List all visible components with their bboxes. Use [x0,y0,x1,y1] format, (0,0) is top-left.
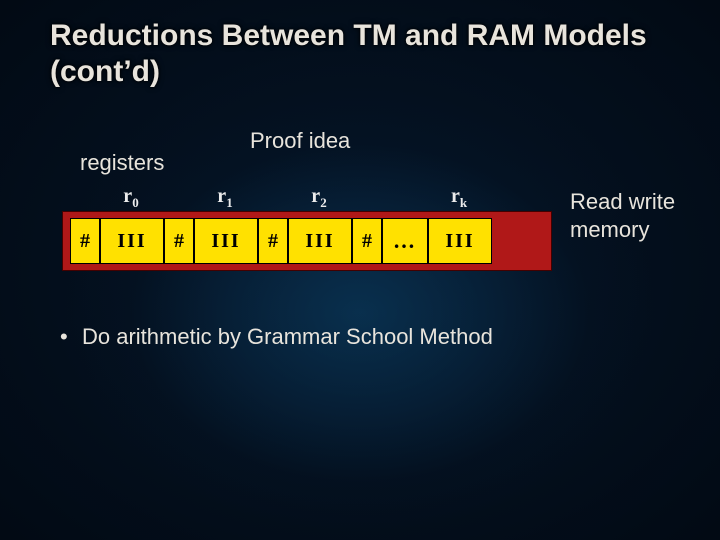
register-name-row: r0 r1 r2 rk [69,185,491,209]
register-name-r2: r2 [287,185,351,209]
tape-cell-bars: III [288,218,352,264]
memory-label: Read write memory [570,188,700,243]
tape-cell-hash: # [164,218,194,264]
tape-cells: # III # III # III # … III [70,218,544,264]
tape-cell-hash: # [70,218,100,264]
slide-title: Reductions Between TM and RAM Models (co… [50,18,670,90]
registers-label: registers [80,150,164,176]
tape-cell-hash: # [352,218,382,264]
slide: Reductions Between TM and RAM Models (co… [0,0,720,540]
tape-cell-ellipsis: … [382,218,428,264]
register-name-rk: rk [427,185,491,209]
tape-cell-hash: # [258,218,288,264]
bullet-text: Do arithmetic by Grammar School Method [82,324,493,349]
tape-cell-bars: III [194,218,258,264]
register-name-r0: r0 [99,185,163,209]
register-name-r1: r1 [193,185,257,209]
tape-cell-bars: III [100,218,164,264]
bullet-item: • Do arithmetic by Grammar School Method [82,322,602,352]
tape-cell-bars: III [428,218,492,264]
bullet-dot-icon: • [60,322,68,352]
proof-idea-label: Proof idea [250,128,350,154]
register-name-gap [381,185,427,209]
tape-diagram: r0 r1 r2 rk # III # III # III [62,185,552,277]
tape-outer: # III # III # III # … III [62,211,552,271]
